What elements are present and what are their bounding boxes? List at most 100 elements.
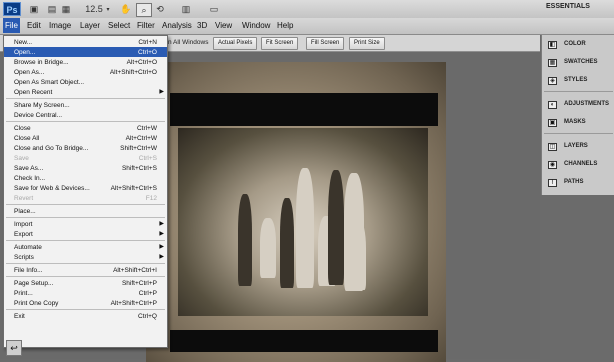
menu-item-browse-in-bridge[interactable]: Browse in Bridge... Alt+Ctrl+O (4, 57, 167, 67)
menu-item-label: Import (14, 221, 33, 228)
zoom-level[interactable]: 12.5 (84, 3, 104, 15)
bridge-icon[interactable]: ▣ (28, 3, 40, 15)
menu-item-device-central[interactable]: Device Central... (4, 110, 167, 120)
menu-item-save-as[interactable]: Save As... Shift+Ctrl+S (4, 163, 167, 173)
menu-item-page-setup[interactable]: Page Setup... Shift+Ctrl+P (4, 278, 167, 288)
menu-item-save: Save Ctrl+S (4, 153, 167, 163)
panel-swatches[interactable]: ▦ SWATCHES (542, 56, 614, 70)
zoom-dropdown-icon[interactable]: ▾ (104, 3, 112, 15)
menu-item-place[interactable]: Place... (4, 206, 167, 216)
print-size-button[interactable]: Print Size (349, 37, 385, 50)
panel-label: STYLES (564, 77, 588, 83)
submenu-arrow-icon: ▶ (159, 89, 164, 95)
menu-item-label: Share My Screen... (14, 102, 70, 109)
menu-separator (6, 240, 165, 241)
panel-styles[interactable]: ◈ STYLES (542, 74, 614, 88)
menu-item-label: Scripts (14, 254, 34, 261)
menu-3d[interactable]: 3D (195, 18, 209, 33)
fit-screen-button[interactable]: Fit Screen (261, 37, 299, 50)
menu-item-shortcut: Alt+Shift+Ctrl+S (110, 185, 157, 192)
application-bar: Ps ▣ ▤ ▦ 12.5 ▾ ✋ ⌕ ⟲ ▥ ▭ ESSENTIALS (0, 0, 614, 19)
menu-item-close-and-go-to-bridge[interactable]: Close and Go To Bridge... Shift+Ctrl+W (4, 143, 167, 153)
menu-filter[interactable]: Filter (135, 18, 157, 33)
menu-item-open[interactable]: Open... Ctrl+O (4, 47, 167, 57)
menu-item-open-as[interactable]: Open As... Alt+Shift+Ctrl+O (4, 67, 167, 77)
rotate-view-icon[interactable]: ⟲ (154, 3, 166, 15)
menu-edit[interactable]: Edit (25, 18, 43, 33)
hand-tool-icon[interactable]: ✋ (120, 3, 132, 15)
photo-person (328, 170, 344, 285)
menu-select[interactable]: Select (106, 18, 132, 33)
swatches-icon: ▦ (548, 59, 557, 67)
menu-file[interactable]: File (3, 18, 20, 33)
photo-person (296, 168, 314, 288)
menu-item-label: Automate (14, 244, 42, 251)
menu-item-check-in[interactable]: Check In... (4, 173, 167, 183)
menu-item-scripts[interactable]: Scripts ▶ (4, 252, 167, 262)
menu-item-label: Print... (14, 290, 33, 297)
panel-dock: ◧ COLOR ▦ SWATCHES ◈ STYLES ◐ ADJUSTMENTS ▣ MASKS… (541, 35, 614, 195)
actual-pixels-button[interactable]: Actual Pixels (213, 37, 258, 50)
color-icon: ◧ (548, 41, 557, 49)
menu-item-save-for-web-devices[interactable]: Save for Web & Devices... Alt+Shift+Ctrl+… (4, 183, 167, 193)
menu-item-share-my-screen[interactable]: Share My Screen... (4, 100, 167, 110)
photo-person (260, 218, 276, 278)
history-brush-icon[interactable]: ↩ (6, 340, 22, 356)
menu-item-label: Close All (14, 135, 40, 142)
photo-person (350, 220, 366, 290)
menu-item-automate[interactable]: Automate ▶ (4, 242, 167, 252)
menu-item-close[interactable]: Close Ctrl+W (4, 123, 167, 133)
menu-item-print[interactable]: Print... Ctrl+P (4, 288, 167, 298)
menu-help[interactable]: Help (275, 18, 295, 33)
menu-item-exit[interactable]: Exit Ctrl+Q (4, 311, 167, 321)
menu-bar: File Edit Image Layer Select Filter Analysis 3D… (0, 18, 614, 35)
zoom-tool-icon[interactable]: ⌕ (136, 3, 152, 17)
menu-separator (6, 263, 165, 264)
menu-item-print-one-copy[interactable]: Print One Copy Alt+Shift+Ctrl+P (4, 298, 167, 308)
menu-item-new[interactable]: New... Ctrl+N (4, 37, 167, 47)
menu-item-open-as-smart-object[interactable]: Open As Smart Object... (4, 77, 167, 87)
menu-item-label: Save As... (14, 165, 44, 172)
channels-icon: ◉ (548, 161, 557, 169)
menu-image[interactable]: Image (47, 18, 73, 33)
workspace-switcher[interactable]: ESSENTIALS (546, 3, 590, 10)
menu-analysis[interactable]: Analysis (160, 18, 194, 33)
menu-item-shortcut: F12 (145, 195, 157, 202)
submenu-arrow-icon: ▶ (159, 244, 164, 250)
menu-item-export[interactable]: Export ▶ (4, 229, 167, 239)
menu-view[interactable]: View (213, 18, 234, 33)
menu-layer[interactable]: Layer (78, 18, 102, 33)
panel-channels[interactable]: ◉ CHANNELS (542, 158, 614, 172)
arrange-documents-icon[interactable]: ▥ (180, 3, 192, 15)
file-menu-dropdown: New... Ctrl+N Open... Ctrl+O Browse in Bridg… (3, 35, 168, 348)
menu-item-shortcut: Shift+Ctrl+P (121, 280, 157, 287)
screen-mode-icon[interactable]: ▭ (208, 3, 220, 15)
photoshop-logo: Ps (3, 2, 21, 16)
menu-item-label: Open Recent (14, 89, 53, 96)
menu-item-label: Close (14, 125, 31, 132)
menu-item-close-all[interactable]: Close All Alt+Ctrl+W (4, 133, 167, 143)
menu-item-label: Place... (14, 208, 36, 215)
adjustments-icon: ◐ (548, 101, 557, 109)
submenu-arrow-icon: ▶ (159, 254, 164, 260)
menu-window[interactable]: Window (240, 18, 272, 33)
panel-masks[interactable]: ▣ MASKS (542, 116, 614, 130)
photo-person (238, 194, 252, 286)
panel-label: CHANNELS (564, 161, 598, 167)
menu-item-shortcut: Ctrl+P (138, 290, 157, 297)
menu-item-open-recent[interactable]: Open Recent ▶ (4, 87, 167, 97)
mini-bridge-icon[interactable]: ▤ (46, 3, 58, 15)
menu-item-label: Open As Smart Object... (14, 79, 85, 86)
menu-item-file-info[interactable]: File Info... Alt+Shift+Ctrl+I (4, 265, 167, 275)
tape-strip-top (170, 93, 438, 126)
view-extras-icon[interactable]: ▦ (60, 3, 72, 15)
menu-item-shortcut: Ctrl+W (136, 125, 157, 132)
panel-paths[interactable]: ⌇ PATHS (542, 176, 614, 190)
panel-color[interactable]: ◧ COLOR (542, 38, 614, 52)
panel-layers[interactable]: ◫ LAYERS (542, 140, 614, 154)
panel-adjustments[interactable]: ◐ ADJUSTMENTS (542, 98, 614, 112)
fill-screen-button[interactable]: Fill Screen (306, 37, 345, 50)
panel-label: MASKS (564, 119, 586, 125)
menu-item-import[interactable]: Import ▶ (4, 219, 167, 229)
menu-separator (6, 309, 165, 310)
